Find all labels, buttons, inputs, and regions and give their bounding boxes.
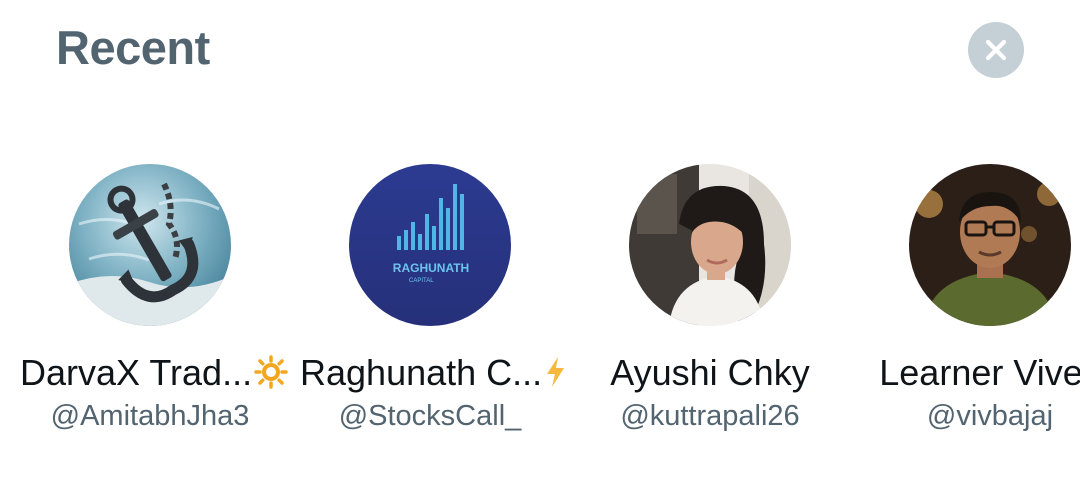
display-name-row: Learner Vivek [860,352,1080,396]
user-handle: @vivbajaj [926,400,1054,432]
anchor-avatar [69,164,231,326]
close-icon [985,39,1007,61]
recent-title: Recent [56,21,210,74]
user-handle: @StocksCall_ [338,400,522,432]
user-handle: @kuttrapali26 [620,400,800,432]
lightning-icon [544,355,566,398]
sun-icon [254,355,288,398]
raghunath-capital-avatar: RAGHUNATH CAPITAL [349,164,511,326]
display-name: Ayushi Chky [610,352,810,393]
recent-account-card[interactable]: Learner Vivek @vivbajaj [860,160,1080,450]
avatar-logo-subtext: CAPITAL [409,278,434,284]
recent-account-card[interactable]: Ayushi Chky @kuttrapali26 [580,160,840,450]
user-handle: @AmitabhJha3 [50,400,250,432]
recent-account-card[interactable]: RAGHUNATH CAPITAL Raghunath C... @Stocks… [300,160,565,450]
clear-recent-button[interactable] [968,22,1024,78]
display-name-row: DarvaX Trad... [20,352,288,396]
man-portrait-avatar [909,164,1071,326]
display-name-row: Raghunath C... [300,352,565,396]
recent-accounts-list: DarvaX Trad... @AmitabhJha3 RAGHUNATH CA… [0,160,1080,460]
woman-portrait-avatar [629,164,791,326]
display-name: DarvaX Trad... [20,352,253,393]
display-name: Raghunath C... [300,352,543,393]
recent-account-card[interactable]: DarvaX Trad... @AmitabhJha3 [20,160,288,450]
display-name-row: Ayushi Chky [580,352,840,396]
avatar-logo-text: RAGHUNATH [393,261,469,275]
display-name: Learner Vivek [879,352,1080,393]
